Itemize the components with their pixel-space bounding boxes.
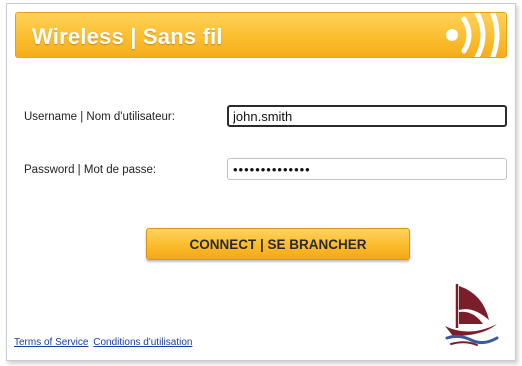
username-label: Username | Nom d'utilisateur: <box>24 111 175 123</box>
footer-links: Terms of Service Conditions d'utilisatio… <box>14 337 194 348</box>
terms-of-service-link[interactable]: Terms of Service <box>14 337 88 348</box>
page-title: Wireless | Sans fil <box>32 24 223 49</box>
password-label: Password | Mot de passe: <box>24 164 157 176</box>
header-bar: Wireless | Sans fil <box>15 12 507 58</box>
sailing-ship-logo <box>439 276 503 353</box>
wireless-signal-icon <box>438 13 506 57</box>
username-input[interactable] <box>227 105 507 127</box>
login-panel: Wireless | Sans fil Username | Nom d'uti… <box>6 3 516 361</box>
connect-button[interactable]: CONNECT | SE BRANCHER <box>146 228 410 260</box>
password-input[interactable] <box>227 158 507 180</box>
conditions-link[interactable]: Conditions d'utilisation <box>93 337 192 348</box>
